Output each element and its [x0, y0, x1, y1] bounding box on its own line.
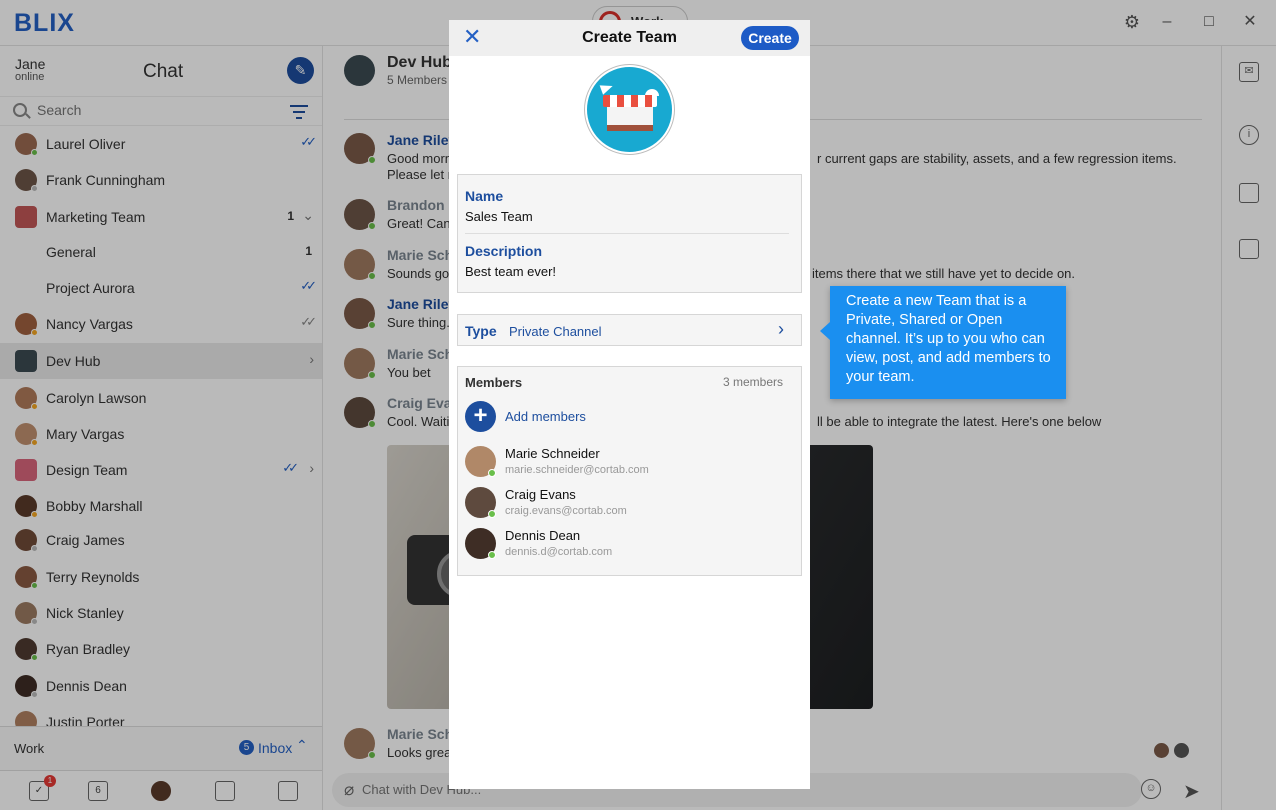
- dialog-header: ✕ Create Team Create: [449, 20, 810, 56]
- description-field[interactable]: Best team ever!: [465, 264, 556, 279]
- type-label: Type: [465, 323, 497, 339]
- member-row[interactable]: Craig Evans craig.evans@cortab.com: [465, 487, 785, 523]
- add-members-button[interactable]: +: [465, 401, 496, 432]
- member-name: Marie Schneider: [505, 446, 600, 461]
- team-avatar-picker[interactable]: [585, 65, 674, 154]
- plus-icon: +: [473, 402, 488, 429]
- presence-dot: [488, 510, 496, 518]
- name-label: Name: [465, 188, 504, 204]
- members-count: 3 members: [722, 375, 783, 389]
- create-team-dialog: ✕ Create Team Create Name Sales Team Des…: [449, 20, 810, 789]
- member-row[interactable]: Dennis Dean dennis.d@cortab.com: [465, 528, 785, 564]
- member-name: Dennis Dean: [505, 528, 581, 543]
- team-details-card: Name Sales Team Description Best team ev…: [457, 174, 802, 293]
- team-type-selector[interactable]: Type Private Channel ›: [457, 314, 802, 346]
- member-email: craig.evans@cortab.com: [505, 505, 627, 517]
- chevron-right-icon: ›: [778, 319, 784, 339]
- name-field[interactable]: Sales Team: [465, 209, 533, 224]
- presence-dot: [488, 551, 496, 559]
- members-card: Members 3 members + Add members Marie Sc…: [457, 366, 802, 576]
- storefront-icon: [607, 105, 653, 131]
- presence-dot: [488, 469, 496, 477]
- create-button[interactable]: Create: [741, 26, 799, 50]
- awning-icon: [603, 95, 657, 107]
- paper-plane-icon: [599, 81, 615, 95]
- description-label: Description: [465, 243, 543, 259]
- divider: [465, 233, 789, 234]
- members-label: Members: [465, 375, 523, 390]
- member-row[interactable]: Marie Schneider marie.schneider@cortab.c…: [465, 446, 785, 482]
- onboarding-tooltip: Create a new Team that is a Private, Sha…: [820, 286, 1066, 399]
- member-email: marie.schneider@cortab.com: [505, 464, 649, 476]
- type-value: Private Channel: [509, 324, 602, 339]
- add-members-link[interactable]: Add members: [505, 409, 586, 424]
- member-name: Craig Evans: [505, 487, 576, 502]
- member-email: dennis.d@cortab.com: [505, 546, 613, 558]
